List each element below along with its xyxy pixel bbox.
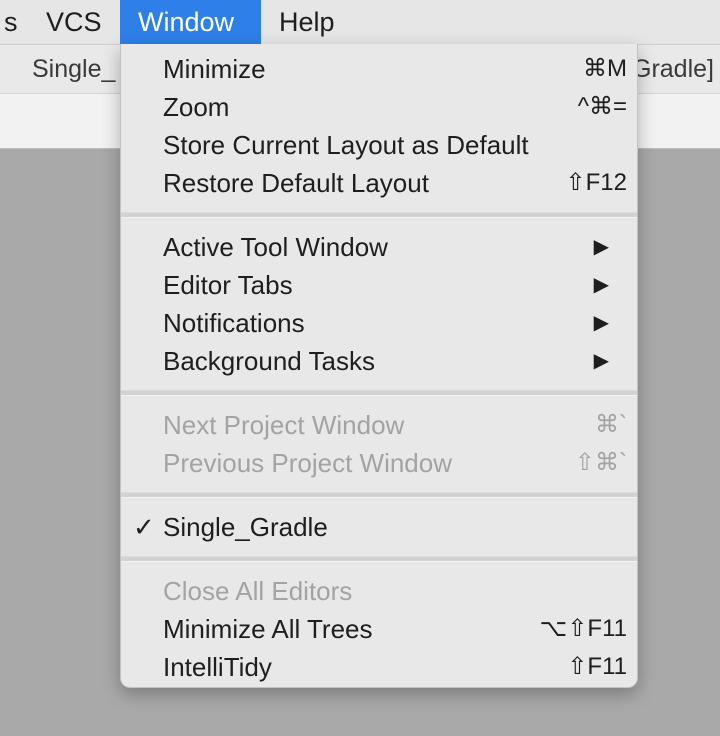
menu-separator (121, 390, 637, 396)
menu-item-label: Zoom (163, 92, 230, 122)
menu-group-open-projects: ✓ Single_Gradle (121, 508, 637, 546)
menu-item-label: IntelliTidy (163, 652, 272, 682)
menu-group-project-windows: Next Project Window ⌘` Previous Project … (121, 406, 637, 482)
menu-item-store-layout[interactable]: Store Current Layout as Default (121, 126, 637, 164)
menu-item-label: Store Current Layout as Default (163, 130, 529, 160)
menu-bar: s VCS Window Help (0, 0, 720, 45)
menu-item-label: Minimize (163, 54, 266, 84)
menu-item-zoom[interactable]: Zoom ^⌘= (121, 88, 637, 126)
menu-item-label: Background Tasks (163, 346, 375, 376)
menu-item-restore-layout[interactable]: Restore Default Layout ⇧F12 (121, 164, 637, 202)
menu-item-label: Editor Tabs (163, 270, 293, 300)
menu-item-single-gradle[interactable]: ✓ Single_Gradle (121, 508, 637, 546)
menu-separator (121, 212, 637, 218)
menu-group-tools: Active Tool Window ▶ Editor Tabs ▶ Notif… (121, 228, 637, 380)
shortcut-label: ⇧F11 (567, 653, 627, 680)
menu-item-minimize-all-trees[interactable]: Minimize All Trees ⌥⇧F11 (121, 610, 637, 648)
menu-item-editor-tabs[interactable]: Editor Tabs ▶ (121, 266, 637, 304)
menu-separator (121, 492, 637, 498)
shortcut-label: ^⌘= (577, 93, 627, 120)
shortcut-label: ⌘` (595, 411, 627, 438)
menu-item-next-project-window: Next Project Window ⌘` (121, 406, 637, 444)
menu-item-active-tool-window[interactable]: Active Tool Window ▶ (121, 228, 637, 266)
submenu-arrow-icon: ▶ (593, 312, 609, 334)
submenu-arrow-icon: ▶ (593, 350, 609, 372)
menu-item-background-tasks[interactable]: Background Tasks ▶ (121, 342, 637, 380)
submenu-arrow-icon: ▶ (593, 236, 609, 258)
menu-item-intellitidy[interactable]: IntelliTidy ⇧F11 (121, 648, 637, 686)
checkmark-icon: ✓ (133, 512, 155, 542)
menu-separator (121, 556, 637, 562)
shortcut-label: ⇧F12 (565, 169, 627, 196)
menu-item-previous-project-window: Previous Project Window ⇧⌘` (121, 444, 637, 482)
menu-group-editor-actions: Close All Editors Minimize All Trees ⌥⇧F… (121, 572, 637, 686)
menu-item-label: Next Project Window (163, 410, 405, 440)
menu-item-label: Single_Gradle (163, 512, 328, 542)
window-title-right: Gradle] (632, 55, 714, 83)
menu-group-window-sizing: Minimize ⌘M Zoom ^⌘= Store Current Layou… (121, 50, 637, 202)
menu-item-label: Notifications (163, 308, 305, 338)
menu-item-label: Restore Default Layout (163, 168, 429, 198)
shortcut-label: ⇧⌘` (574, 449, 627, 476)
shortcut-label: ⌥⇧F11 (539, 615, 627, 642)
menu-item-label: Previous Project Window (163, 448, 452, 478)
menu-item-label: Close All Editors (163, 576, 353, 606)
menu-item-minimize[interactable]: Minimize ⌘M (121, 50, 637, 88)
window-title-left: Single_ (32, 55, 116, 83)
menubar-item-vcs[interactable]: VCS (28, 0, 120, 44)
menubar-item-help[interactable]: Help (261, 0, 353, 44)
menu-item-label: Minimize All Trees (163, 614, 373, 644)
submenu-arrow-icon: ▶ (593, 274, 609, 296)
menu-item-notifications[interactable]: Notifications ▶ (121, 304, 637, 342)
menubar-item-window[interactable]: Window (120, 0, 261, 44)
window-menu-dropdown: Minimize ⌘M Zoom ^⌘= Store Current Layou… (120, 44, 638, 688)
menu-item-label: Active Tool Window (163, 232, 388, 262)
shortcut-label: ⌘M (583, 55, 627, 82)
menu-item-close-all-editors: Close All Editors (121, 572, 637, 610)
